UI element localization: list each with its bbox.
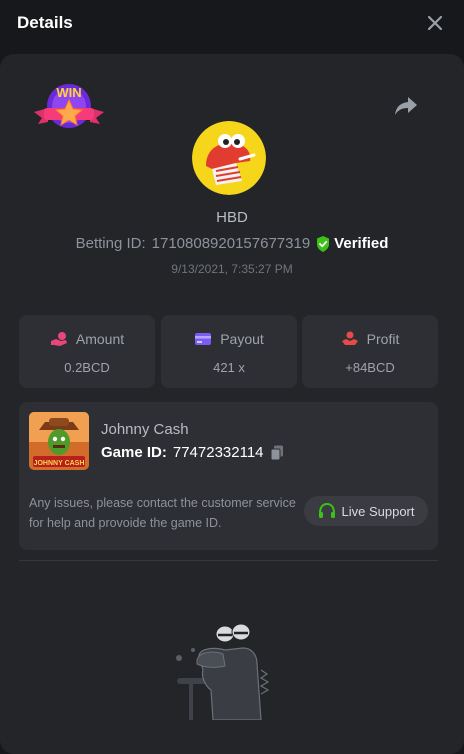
game-thumbnail-text: JOHNNY CASH (34, 460, 85, 467)
game-id-row: Game ID: 77472332114 (101, 444, 284, 461)
game-id-value: 77472332114 (172, 444, 264, 461)
stat-profit-value: +84BCD (345, 360, 395, 375)
stat-payout-value: 421 x (213, 360, 245, 375)
game-name: Johnny Cash (101, 421, 189, 438)
close-icon[interactable] (426, 14, 444, 32)
stat-amount-label: Amount (75, 331, 125, 347)
game-thumbnail[interactable]: JOHNNY CASH (29, 412, 89, 470)
verified-badge: Verified (316, 235, 388, 252)
live-support-button[interactable]: Live Support (304, 496, 428, 526)
support-notice: Any issues, please contact the customer … (29, 496, 296, 530)
profit-hand-icon (341, 331, 358, 345)
header-bar: Details (0, 0, 464, 48)
win-badge-icon: WIN (34, 84, 104, 128)
stat-amount-value: 0.2BCD (64, 360, 110, 375)
betting-id-label: Betting ID: (75, 235, 146, 252)
headset-icon (318, 503, 335, 518)
user-avatar (192, 121, 266, 195)
share-icon[interactable] (394, 95, 418, 117)
shield-check-icon (317, 235, 330, 252)
stat-amount: Amount 0.2BCD (19, 315, 155, 388)
verified-label: Verified (334, 235, 389, 252)
divider (19, 560, 438, 561)
game-card: JOHNNY CASH Johnny Cash Game ID: 7747233… (19, 402, 438, 550)
stat-profit: Profit +84BCD (302, 315, 438, 388)
win-badge-text: WIN (56, 85, 81, 100)
username: HBD (216, 209, 248, 226)
card-icon (195, 333, 212, 345)
bet-datetime: 9/13/2021, 7:35:27 PM (171, 262, 293, 276)
live-support-label: Live Support (341, 503, 415, 519)
page-title: Details (17, 13, 73, 32)
stat-payout: Payout 421 x (161, 315, 297, 388)
betting-id-value: 1710808920157677319 (151, 235, 311, 252)
stat-payout-label: Payout (220, 331, 264, 347)
hand-coin-icon (50, 332, 67, 346)
game-id-label: Game ID: (101, 444, 167, 461)
stat-profit-label: Profit (366, 331, 400, 347)
crocodile-mascot-illustration (176, 623, 270, 720)
copy-icon[interactable] (270, 445, 284, 461)
betting-id-row: Betting ID: 1710808920157677319 Verified (0, 235, 464, 252)
